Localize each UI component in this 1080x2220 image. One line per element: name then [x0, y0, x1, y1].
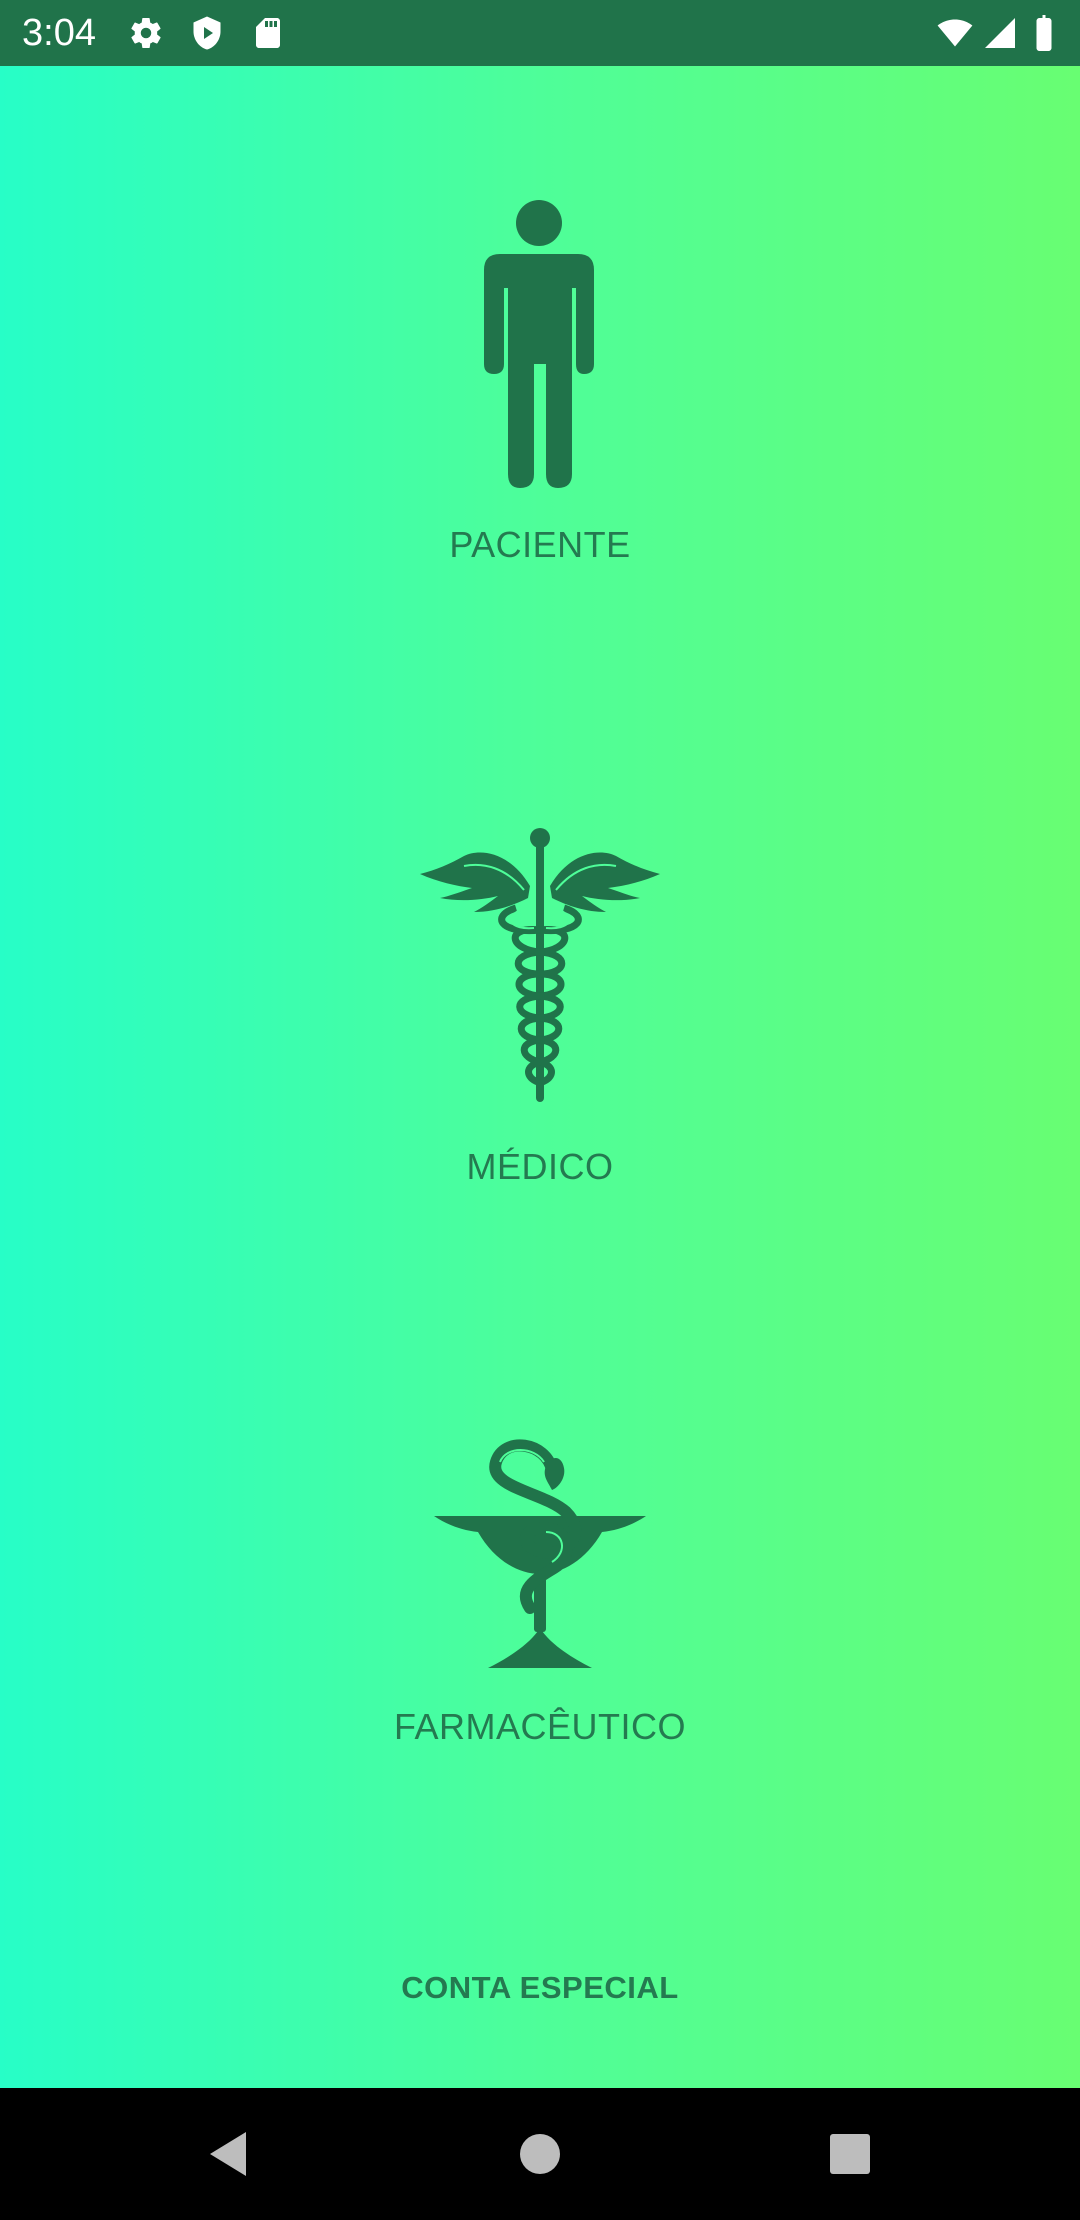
- home-icon[interactable]: [510, 2124, 570, 2184]
- recents-icon[interactable]: [820, 2124, 880, 2184]
- sd-card-icon: [256, 18, 280, 48]
- role-pharmacist-label: FARMACÊUTICO: [393, 1706, 686, 1747]
- bowl-of-hygieia-icon: [434, 1439, 646, 1668]
- special-account-button[interactable]: CONTA ESPECIAL: [0, 1970, 1080, 2006]
- role-pharmacist-button[interactable]: FARMACÊUTICO: [0, 1432, 1080, 1748]
- role-selection-screen: PACIENTE MÉDICO FARMACÊUTICO CONTA ESPEC…: [0, 66, 1080, 2088]
- caduceus-icon: [420, 828, 660, 1102]
- status-bar: 3:04: [0, 0, 1080, 66]
- settings-icon: [131, 18, 161, 49]
- role-patient-button[interactable]: PACIENTE: [0, 200, 1080, 566]
- shield-play-icon: [193, 16, 221, 50]
- role-doctor-button[interactable]: MÉDICO: [0, 826, 1080, 1188]
- app-screen: 3:04 PACIENTE MÉDICO FARMACÊUTICO CONTA …: [0, 0, 1080, 2220]
- person-icon: [484, 200, 594, 488]
- navigation-bar: [0, 2088, 1080, 2220]
- signal-icon: [985, 18, 1015, 48]
- role-doctor-label: MÉDICO: [466, 1146, 614, 1187]
- wifi-icon: [937, 19, 973, 47]
- battery-icon: [1036, 15, 1052, 51]
- back-icon[interactable]: [200, 2124, 260, 2184]
- status-time: 3:04: [22, 12, 96, 54]
- role-patient-label: PACIENTE: [449, 524, 631, 565]
